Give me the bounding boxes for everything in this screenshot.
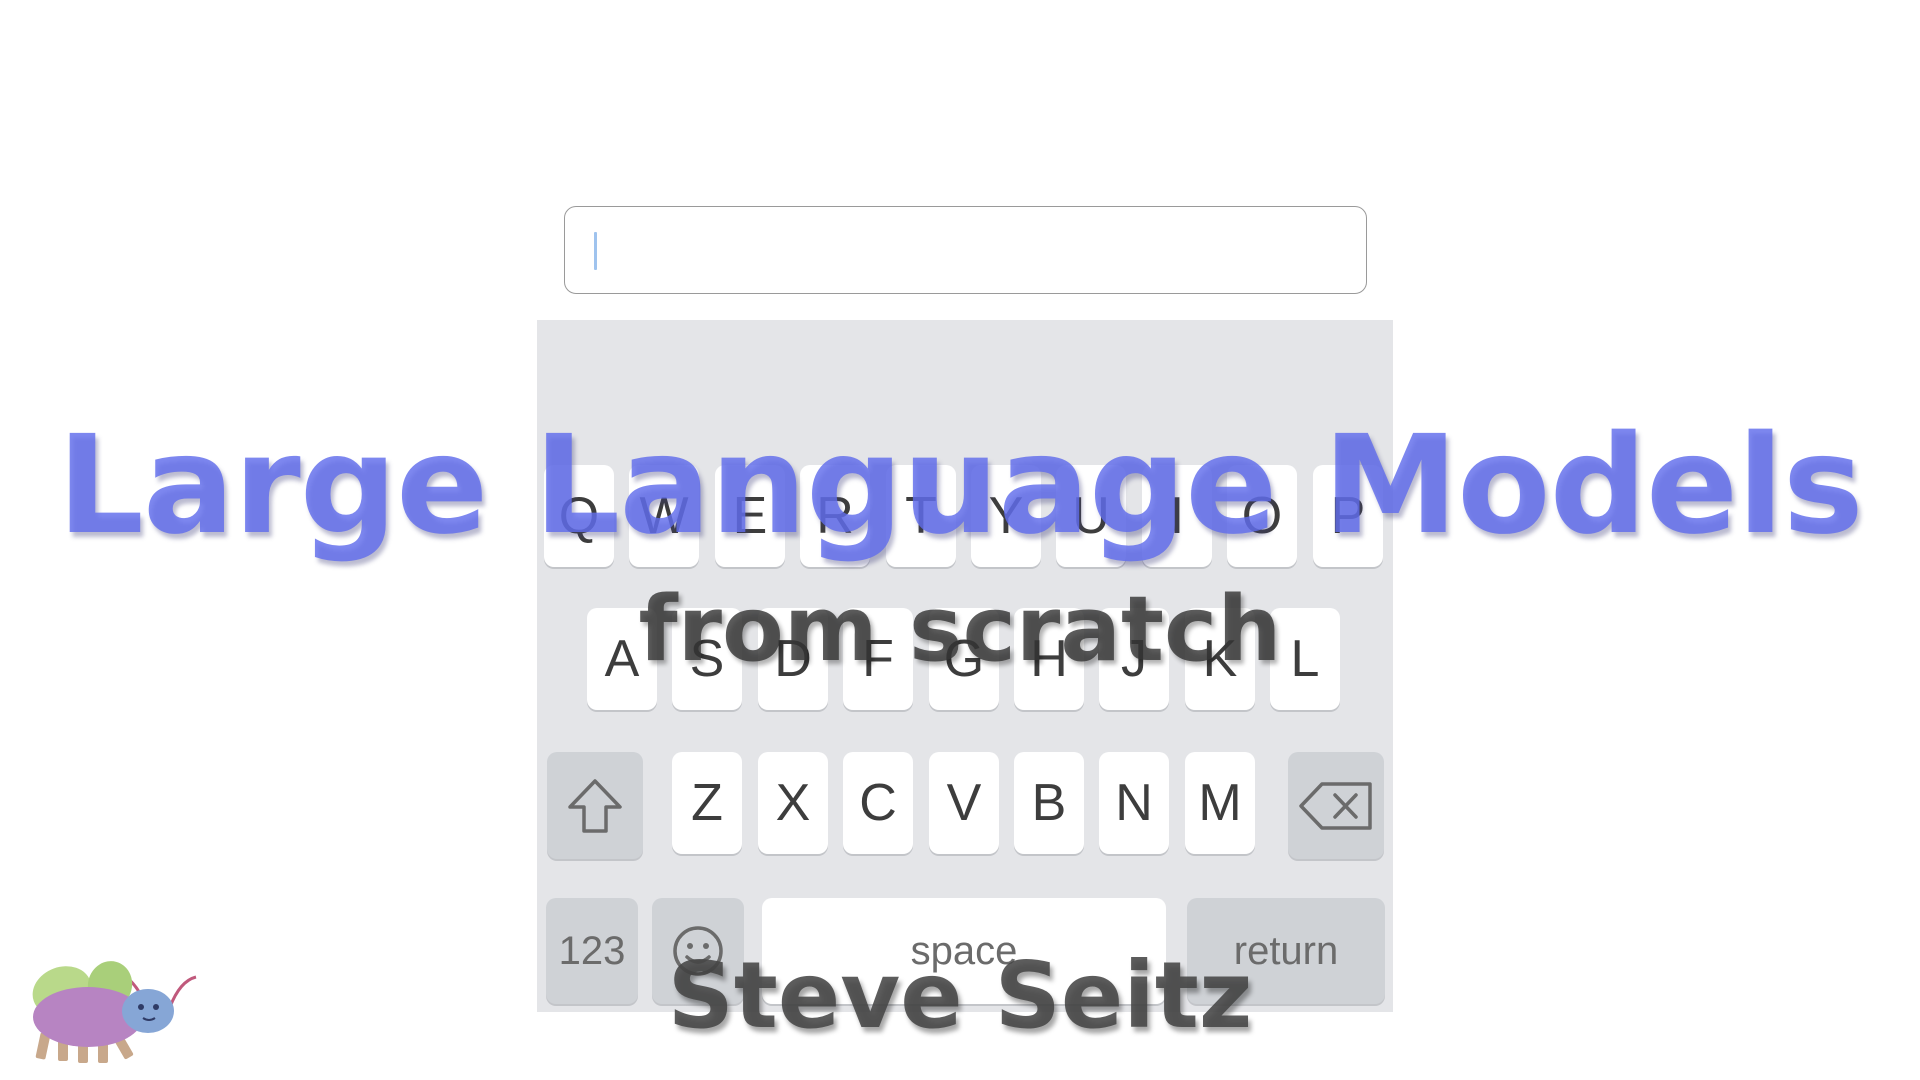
key-x[interactable]: X: [758, 752, 828, 854]
title-subtitle: from scratch: [638, 577, 1282, 682]
text-caret: [594, 232, 597, 270]
author-name: Steve Seitz: [667, 942, 1253, 1049]
shift-key[interactable]: [547, 752, 643, 859]
key-z[interactable]: Z: [672, 752, 742, 854]
key-c[interactable]: C: [843, 752, 913, 854]
backspace-key[interactable]: [1288, 752, 1384, 859]
title-main: Large Language Models: [57, 407, 1864, 565]
key-n[interactable]: N: [1099, 752, 1169, 854]
key-m[interactable]: M: [1185, 752, 1255, 854]
screen: Q W E R T Y U I O P A S D F G H J K L Z …: [0, 0, 1920, 1080]
backspace-icon: [1299, 781, 1372, 830]
text-input-field[interactable]: [564, 206, 1367, 294]
key-v[interactable]: V: [929, 752, 999, 854]
shift-arrow-icon: [568, 778, 622, 833]
key-b[interactable]: B: [1014, 752, 1084, 854]
bug-mascot-icon: [32, 961, 197, 1063]
